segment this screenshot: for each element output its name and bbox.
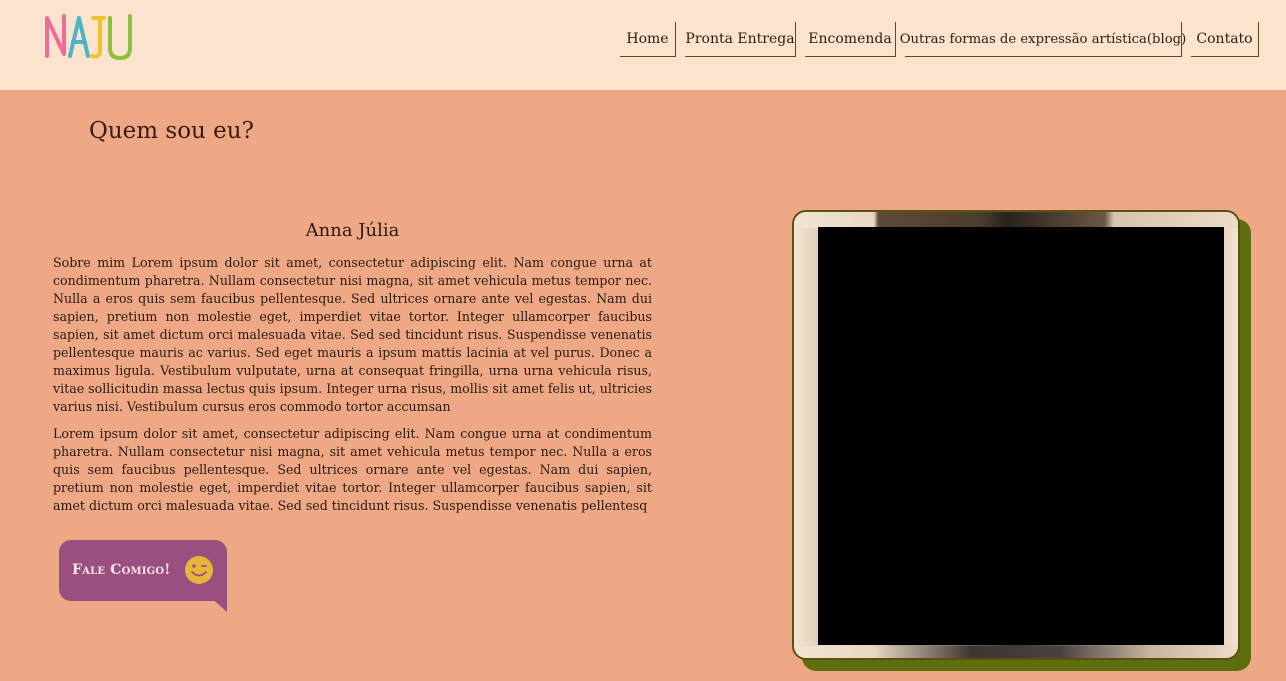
photo-placeholder xyxy=(818,227,1224,645)
nav-blog[interactable]: Outras formas de expressão artística(blo… xyxy=(900,22,1186,57)
about-heading: Quem sou eu? xyxy=(89,118,254,144)
main-nav: Home Pronta Entrega Encomenda Outras for… xyxy=(0,22,1286,60)
nav-pronta-entrega[interactable]: Pronta Entrega xyxy=(685,22,796,57)
site-header: Home Pronta Entrega Encomenda Outras for… xyxy=(0,0,1286,90)
smile-icon xyxy=(185,556,213,584)
about-paragraph-2: Lorem ipsum dolor sit amet, consectetur … xyxy=(53,426,652,513)
author-photo xyxy=(792,210,1240,660)
cta-label: Fale Comigo! xyxy=(72,562,171,578)
nav-contato[interactable]: Contato xyxy=(1191,22,1259,57)
nav-encomenda[interactable]: Encomenda xyxy=(805,22,896,57)
nav-home[interactable]: Home xyxy=(620,22,676,57)
about-paragraph-1: Sobre mim Lorem ipsum dolor sit amet, co… xyxy=(53,255,652,414)
author-name: Anna Júlia xyxy=(305,220,400,241)
fale-comigo-button[interactable]: Fale Comigo! xyxy=(59,540,229,614)
